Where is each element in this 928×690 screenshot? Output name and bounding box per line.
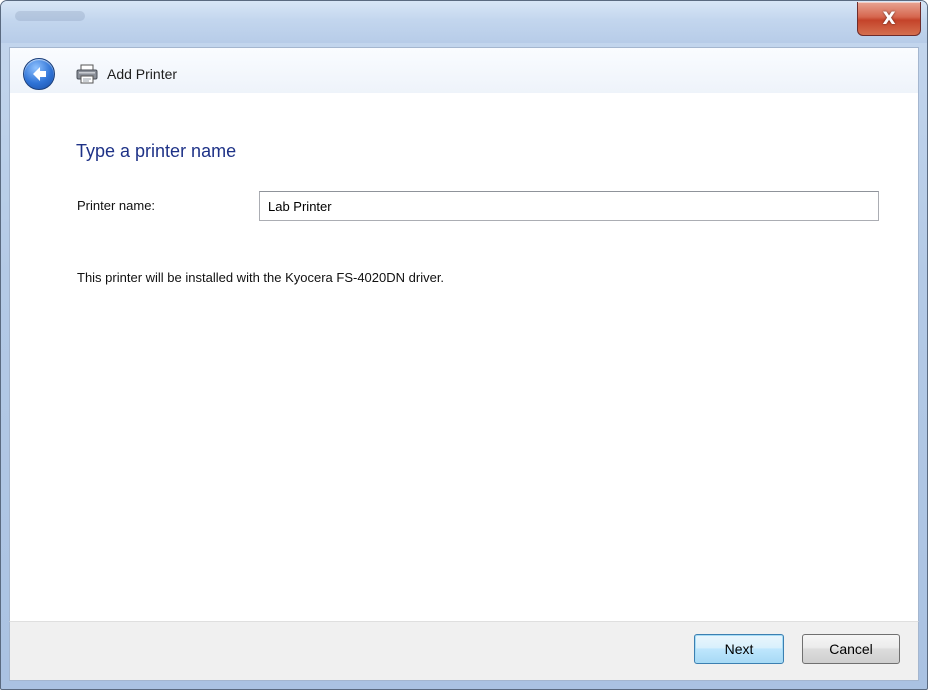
- wizard-content: Type a printer name Printer name: This p…: [9, 93, 919, 621]
- next-button[interactable]: Next: [694, 634, 784, 664]
- driver-info-text: This printer will be installed with the …: [77, 270, 445, 285]
- close-button[interactable]: X: [857, 2, 921, 36]
- wizard-footer: Next Cancel: [9, 621, 919, 681]
- title-bar[interactable]: X: [1, 1, 927, 43]
- add-printer-window: X Add Printer Type a printer name Printe…: [0, 0, 928, 690]
- cancel-button[interactable]: Cancel: [802, 634, 900, 664]
- printer-icon: [76, 64, 98, 84]
- printer-name-label: Printer name:: [77, 198, 156, 213]
- back-arrow-icon: [33, 67, 46, 81]
- wizard-title: Add Printer: [107, 66, 178, 82]
- printer-name-input[interactable]: [259, 191, 879, 221]
- title-bar-caption: [15, 11, 85, 21]
- navigation-bar: Add Printer: [9, 47, 919, 94]
- page-heading: Type a printer name: [76, 141, 237, 161]
- close-icon: X: [882, 8, 896, 29]
- back-button[interactable]: [23, 58, 55, 90]
